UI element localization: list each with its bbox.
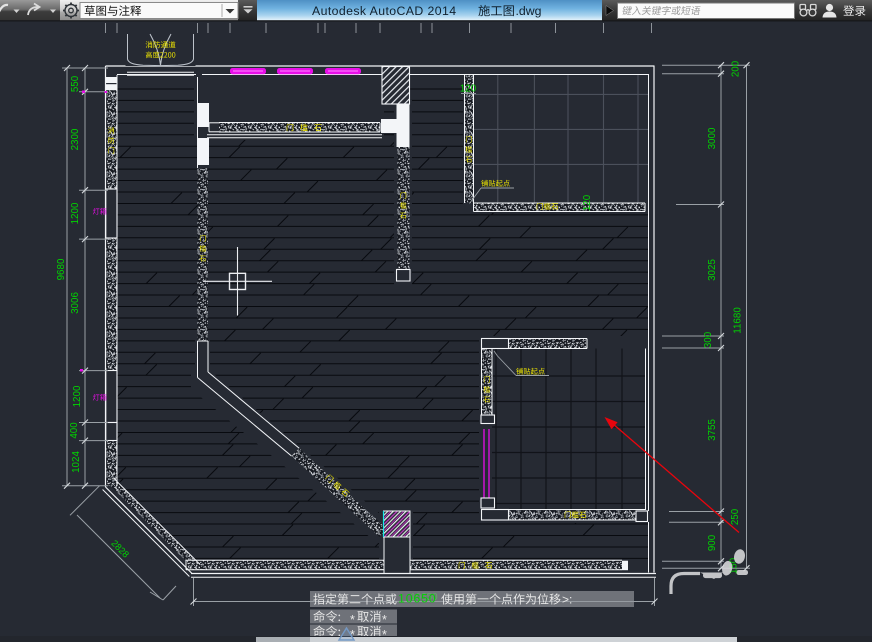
svg-text:550: 550 xyxy=(70,75,81,92)
svg-text:3025: 3025 xyxy=(707,259,718,281)
svg-text:9680: 9680 xyxy=(56,258,67,280)
svg-text:3000: 3000 xyxy=(707,127,718,149)
svg-text:3006: 3006 xyxy=(70,292,81,314)
svg-text:120: 120 xyxy=(460,84,477,95)
svg-text:10650: 10650 xyxy=(398,592,436,606)
svg-text:Autodesk AutoCAD 2014: Autodesk AutoCAD 2014 xyxy=(312,4,456,18)
svg-text:120: 120 xyxy=(582,194,593,211)
svg-text:250: 250 xyxy=(730,508,741,525)
svg-text:.dwg: .dwg xyxy=(516,4,542,18)
svg-text:3755: 3755 xyxy=(707,419,718,441)
svg-text:200: 200 xyxy=(731,60,742,77)
svg-text:900: 900 xyxy=(707,534,718,551)
svg-text:>:: >: xyxy=(562,593,572,607)
svg-text:1200: 1200 xyxy=(70,202,81,224)
svg-text:11680: 11680 xyxy=(733,307,744,334)
svg-text:300: 300 xyxy=(703,331,714,348)
svg-text:2300: 2300 xyxy=(70,128,81,150)
svg-text:1200: 1200 xyxy=(72,385,83,407)
svg-text:1024: 1024 xyxy=(71,451,82,473)
svg-text:400: 400 xyxy=(69,422,80,439)
